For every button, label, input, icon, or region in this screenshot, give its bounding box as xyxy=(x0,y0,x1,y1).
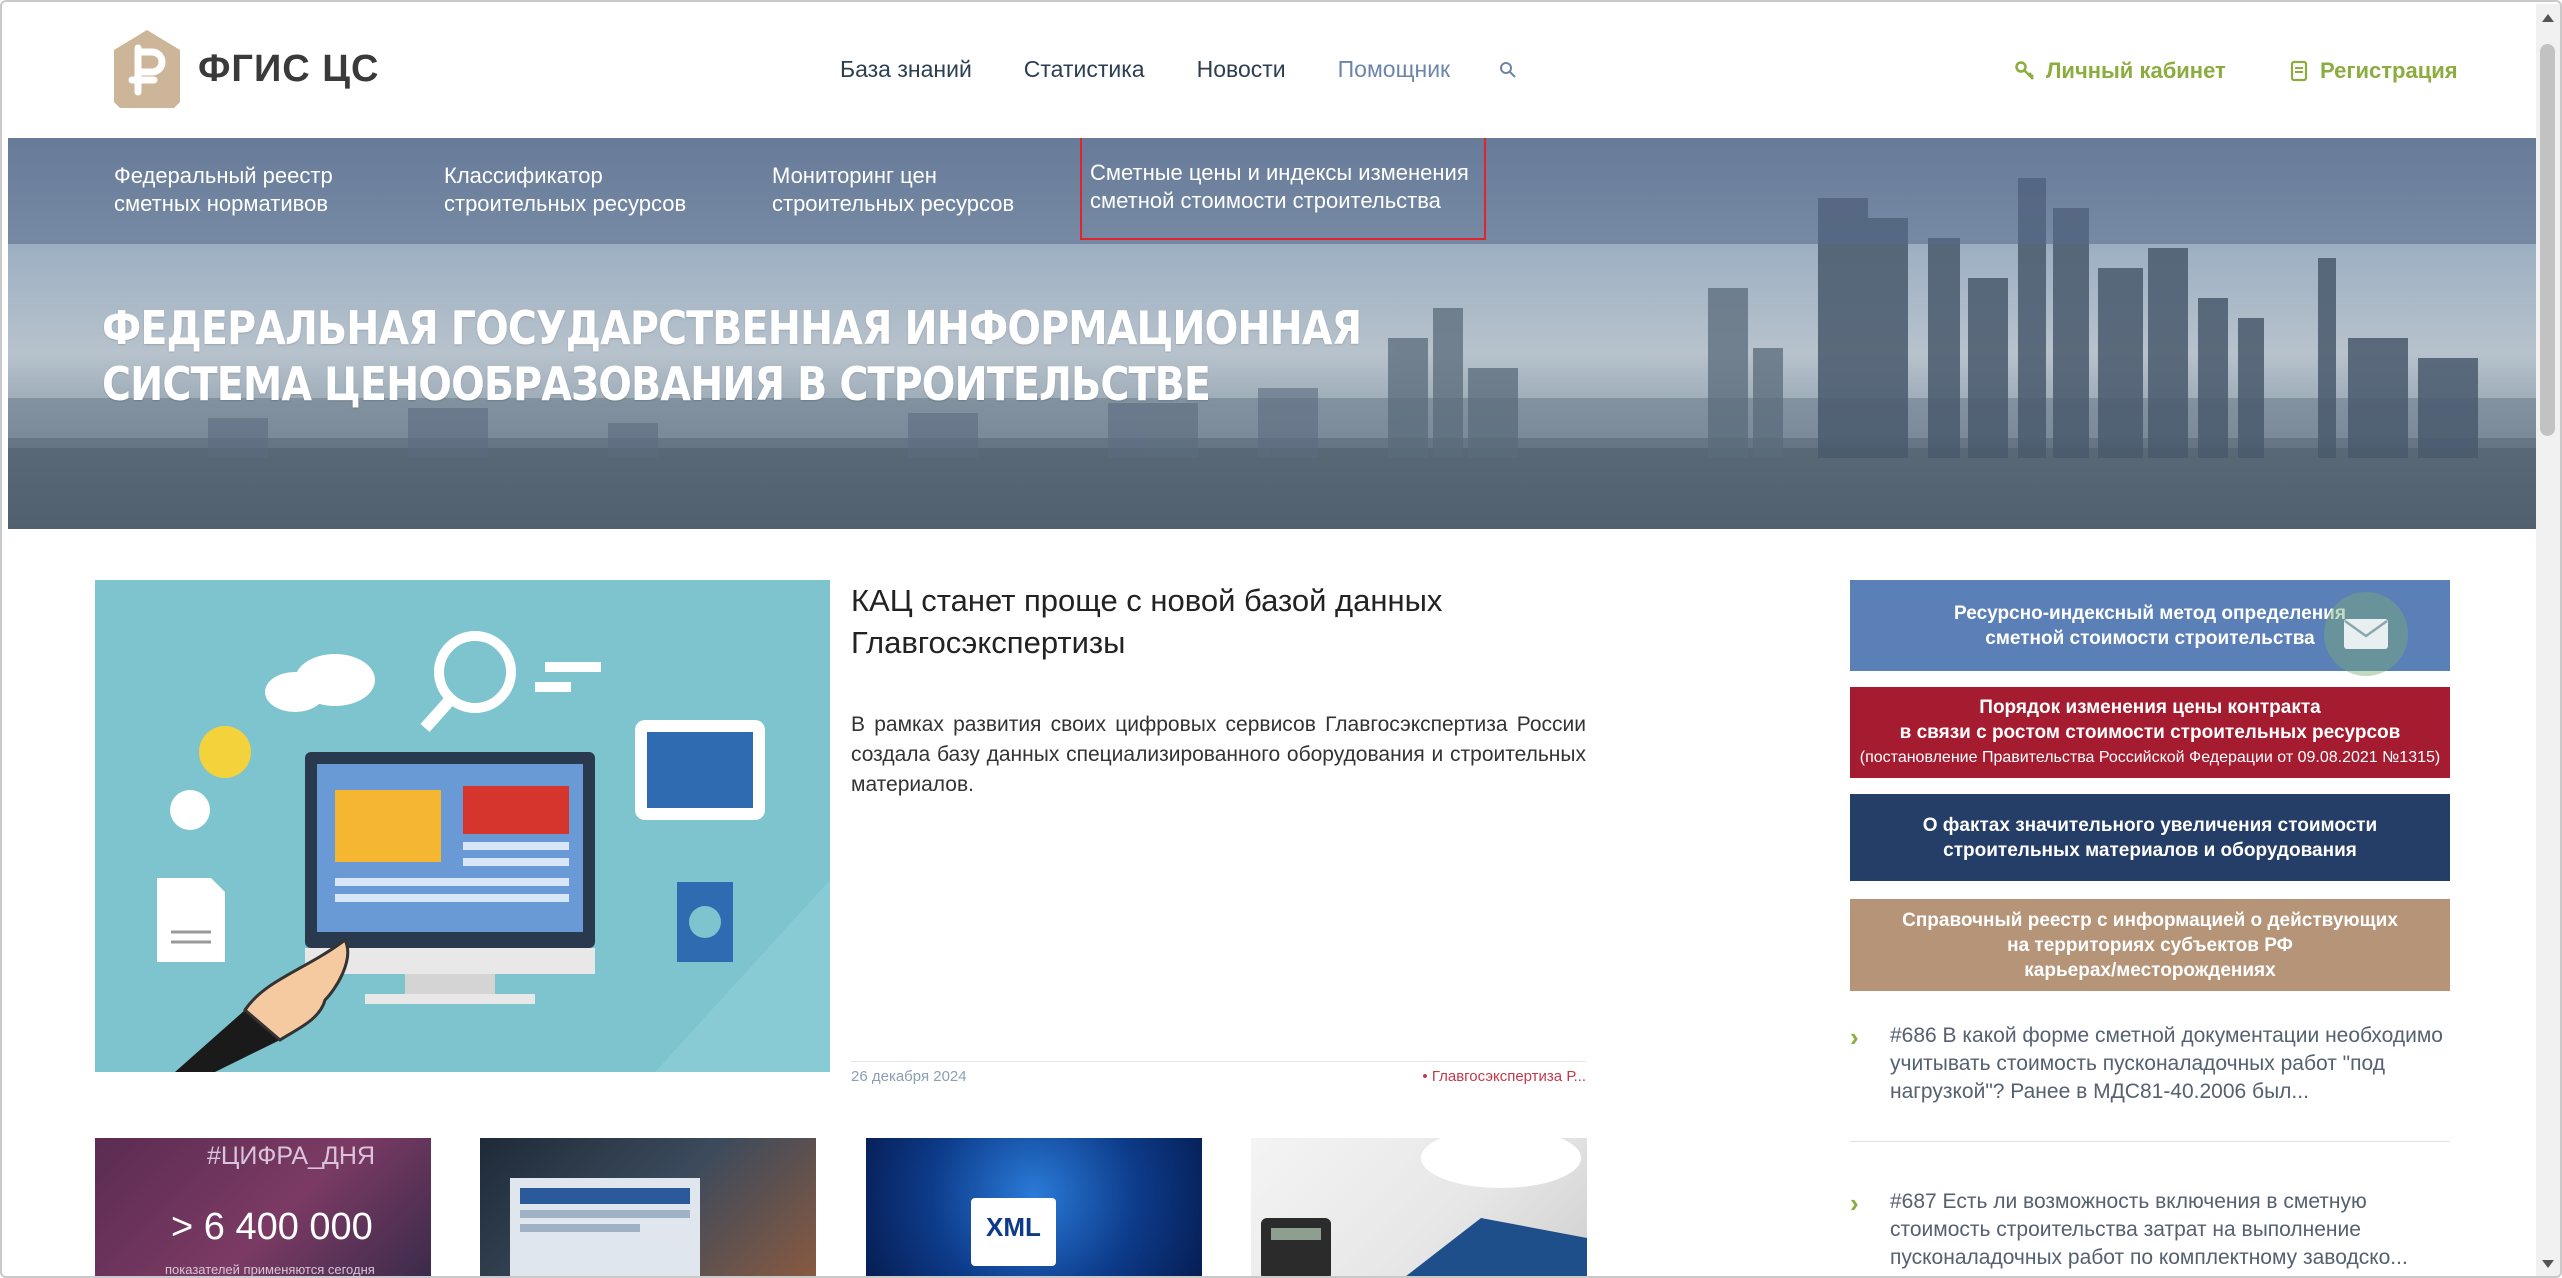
banner-line: на территориях субъектов РФ xyxy=(2007,934,2293,956)
hero-title: ФЕДЕРАЛЬНАЯ ГОСУДАРСТВЕННАЯ ИНФОРМАЦИОНН… xyxy=(102,300,1362,412)
menu-line: строительных ресурсов xyxy=(444,191,687,216)
banner-line: Справочный реестр с информацией о действ… xyxy=(1902,909,2398,931)
personal-cabinet-link[interactable]: Личный кабинет xyxy=(2014,58,2226,84)
key-icon xyxy=(2015,61,2034,80)
banner-line: Порядок изменения цены контракта xyxy=(1979,697,2321,718)
menu-line: Сметные цены и индексы изменения xyxy=(1090,159,1469,185)
hero-menu: Федеральный реестр сметных нормативов Кл… xyxy=(8,138,2536,244)
menu-resource-classifier[interactable]: Классификатор строительных ресурсов xyxy=(444,162,686,218)
news-thumbnail[interactable] xyxy=(1251,1138,1587,1276)
site-logo[interactable]: ФГИС ЦС xyxy=(114,30,380,108)
scrollbar-thumb[interactable] xyxy=(2540,44,2555,436)
registration-link[interactable]: Регистрация xyxy=(2290,58,2458,84)
thumbnail-number: > 6 400 000 xyxy=(171,1206,373,1248)
news-date: 26 декабря 2024 xyxy=(851,1068,967,1085)
nav-knowledge-base[interactable]: База знаний xyxy=(840,56,972,83)
banner-line: строительных материалов и оборудования xyxy=(1943,839,2357,861)
nav-assistant[interactable]: Помощник xyxy=(1338,56,1450,83)
menu-federal-registry[interactable]: Федеральный реестр сметных нормативов xyxy=(114,162,333,218)
news-thumbnail[interactable] xyxy=(480,1138,816,1276)
news-summary: В рамках развития своих цифровых сервисо… xyxy=(851,713,1586,796)
banner-line: О фактах значительного увеличения стоимо… xyxy=(1922,814,2378,836)
nav-statistics[interactable]: Статистика xyxy=(1024,56,1145,83)
banner-price-increase-facts[interactable]: О фактах значительного увеличения стоимо… xyxy=(1850,794,2450,881)
xml-label: XML xyxy=(986,1212,1041,1242)
qa-question: #686 В какой форме сметной документации … xyxy=(1890,1024,2443,1103)
menu-price-monitoring[interactable]: Мониторинг цен строительных ресурсов xyxy=(772,162,1014,218)
xml-file-icon: XML xyxy=(971,1198,1056,1266)
chevron-right-icon: › xyxy=(1850,1188,1859,1218)
menu-line: строительных ресурсов xyxy=(772,191,1015,216)
menu-line: сметных нормативов xyxy=(114,191,329,216)
banner-line: в связи с ростом стоимости строительных … xyxy=(1899,722,2401,743)
mail-icon[interactable] xyxy=(2324,592,2408,676)
news-title[interactable]: КАЦ станет проще с новой базой данных Гл… xyxy=(851,580,1601,664)
news-thumbnail[interactable]: #ЦИФРА_ДНЯ > 6 400 000 показателей приме… xyxy=(95,1138,431,1277)
personal-cabinet-label: Личный кабинет xyxy=(2046,58,2226,83)
banner-quarries-registry[interactable]: Справочный реестр с информацией о действ… xyxy=(1850,899,2450,991)
banner-contract-price-change[interactable]: Порядок изменения цены контракта в связи… xyxy=(1850,687,2450,778)
news-meta: 26 декабря 2024 • Главгосэкспертиза Р... xyxy=(851,1061,1586,1085)
thumbnail-tag: #ЦИФРА_ДНЯ xyxy=(207,1142,375,1170)
thumbnail-caption: показателей применяются сегодня xyxy=(165,1262,375,1277)
banner-note: (постановление Правительства Российской … xyxy=(1859,749,2441,766)
menu-line: Федеральный реестр xyxy=(114,163,333,188)
registration-label: Регистрация xyxy=(2320,58,2458,83)
news-thumbnail[interactable]: XML xyxy=(866,1138,1202,1276)
chevron-right-icon: › xyxy=(1850,1022,1859,1052)
hero-banner: Федеральный реестр сметных нормативов Кл… xyxy=(8,138,2536,529)
ruble-logo-icon xyxy=(114,30,180,108)
scroll-down-arrow-icon[interactable] xyxy=(2542,1260,2554,1268)
search-icon[interactable] xyxy=(1498,60,1518,80)
qa-list-item[interactable]: › #686 В какой форме сметной документаци… xyxy=(1850,1022,2450,1142)
main-nav: База знаний Статистика Новости Помощник xyxy=(840,56,1502,83)
menu-line: Мониторинг цен xyxy=(772,163,937,188)
vertical-scrollbar[interactable] xyxy=(2536,4,2560,1276)
menu-line: Классификатор xyxy=(444,163,603,188)
scroll-up-arrow-icon[interactable] xyxy=(2542,14,2554,22)
hero-title-line: ФЕДЕРАЛЬНАЯ ГОСУДАРСТВЕННАЯ ИНФОРМАЦИОНН… xyxy=(102,301,1362,355)
banner-line: карьерах/месторождениях xyxy=(2024,959,2276,981)
logo-text: ФГИС ЦС xyxy=(198,47,380,90)
site-header: ФГИС ЦС База знаний Статистика Новости П… xyxy=(8,4,2536,137)
menu-line: сметной стоимости строительства xyxy=(1090,187,1441,213)
nav-news[interactable]: Новости xyxy=(1197,56,1286,83)
qa-question: #687 Есть ли возможность включения в сме… xyxy=(1890,1190,2408,1269)
news-illustration[interactable] xyxy=(95,580,830,1072)
hero-title-line: СИСТЕМА ЦЕНООБРАЗОВАНИЯ В СТРОИТЕЛЬСТВЕ xyxy=(102,357,1211,411)
browser-window: ФГИС ЦС База знаний Статистика Новости П… xyxy=(0,0,2562,1278)
document-edit-icon xyxy=(2290,60,2308,82)
menu-estimate-prices[interactable]: Сметные цены и индексы изменения сметной… xyxy=(1080,138,1486,240)
news-source[interactable]: • Главгосэкспертиза Р... xyxy=(1422,1068,1586,1085)
